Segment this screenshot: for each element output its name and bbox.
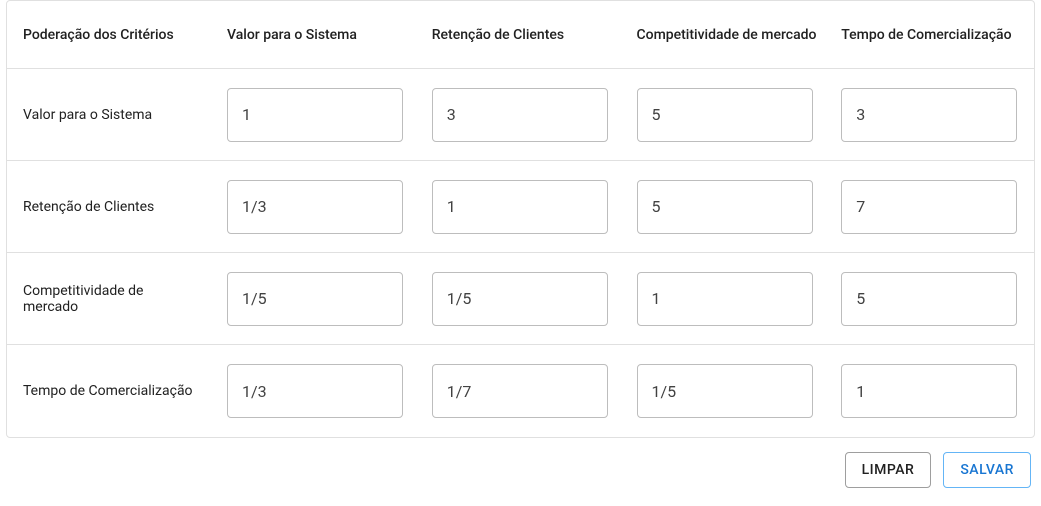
corner-header: Poderação dos Critérios (7, 13, 215, 57)
matrix-cell (420, 166, 625, 248)
matrix-cell (829, 166, 1034, 248)
clear-button[interactable]: LIMPAR (845, 452, 932, 488)
matrix-cell (215, 166, 420, 248)
matrix-input-r2c4[interactable] (841, 180, 1017, 234)
row-label: Valor para o Sistema (7, 93, 215, 137)
matrix-cell (420, 350, 625, 432)
matrix-input-r4c3[interactable] (637, 364, 813, 418)
col-header-4: Tempo de Comercialização (829, 13, 1034, 57)
matrix-cell (625, 350, 830, 432)
col-header-3: Competitividade de mercado (625, 13, 830, 57)
matrix-cell (625, 258, 830, 340)
save-button[interactable]: SALVAR (943, 452, 1031, 488)
matrix-input-r2c3[interactable] (637, 180, 813, 234)
table-row: Tempo de Comercialização (7, 345, 1034, 437)
row-label: Retenção de Clientes (7, 185, 215, 229)
action-bar: LIMPAR SALVAR (0, 438, 1041, 502)
matrix-cell (420, 74, 625, 156)
row-label: Competitividade de mercado (7, 269, 215, 329)
col-header-2: Retenção de Clientes (420, 13, 625, 57)
matrix-cell (215, 258, 420, 340)
matrix-cell (215, 74, 420, 156)
matrix-input-r2c1[interactable] (227, 180, 403, 234)
matrix-input-r1c3[interactable] (637, 88, 813, 142)
matrix-cell (625, 166, 830, 248)
table-row: Retenção de Clientes (7, 161, 1034, 253)
matrix-input-r3c3[interactable] (637, 272, 813, 326)
matrix-input-r4c1[interactable] (227, 364, 403, 418)
matrix-cell (625, 74, 830, 156)
matrix-cell (829, 74, 1034, 156)
table-row: Valor para o Sistema (7, 69, 1034, 161)
matrix-input-r3c2[interactable] (432, 272, 608, 326)
criteria-weight-table: Poderação dos Critérios Valor para o Sis… (6, 0, 1035, 438)
matrix-input-r4c4[interactable] (841, 364, 1017, 418)
matrix-cell (420, 258, 625, 340)
matrix-input-r1c1[interactable] (227, 88, 403, 142)
table-row: Competitividade de mercado (7, 253, 1034, 345)
matrix-cell (829, 350, 1034, 432)
matrix-cell (215, 350, 420, 432)
col-header-1: Valor para o Sistema (215, 13, 420, 57)
matrix-input-r3c4[interactable] (841, 272, 1017, 326)
matrix-input-r4c2[interactable] (432, 364, 608, 418)
matrix-cell (829, 258, 1034, 340)
matrix-input-r2c2[interactable] (432, 180, 608, 234)
row-label: Tempo de Comercialização (7, 369, 215, 413)
table-header-row: Poderação dos Critérios Valor para o Sis… (7, 1, 1034, 69)
matrix-input-r3c1[interactable] (227, 272, 403, 326)
matrix-input-r1c4[interactable] (841, 88, 1017, 142)
matrix-input-r1c2[interactable] (432, 88, 608, 142)
